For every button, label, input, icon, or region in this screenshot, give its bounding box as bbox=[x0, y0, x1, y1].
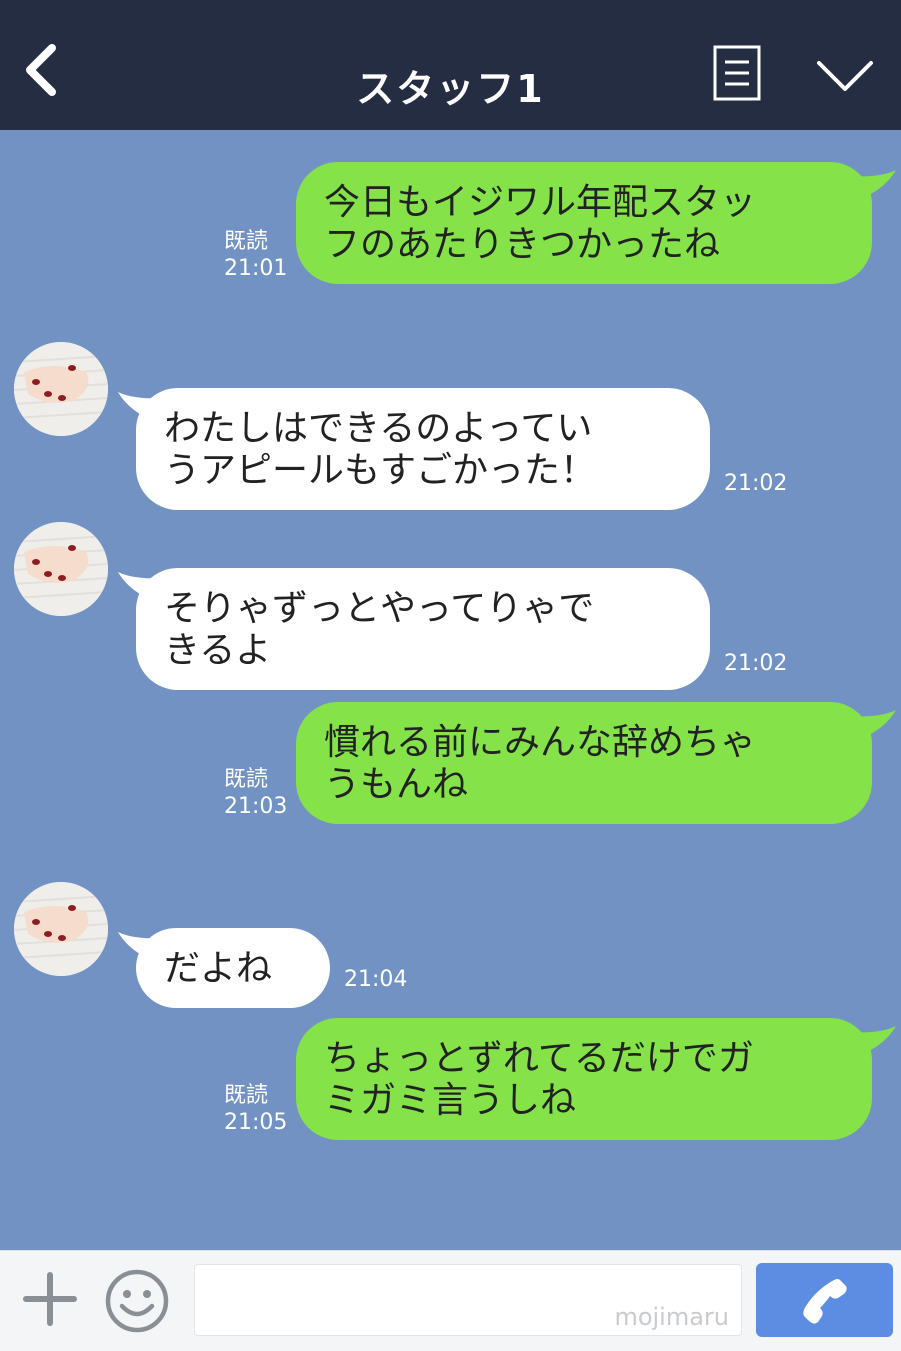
read-receipt: 既読 bbox=[224, 1083, 269, 1108]
message-sent: 既読 21:03 慣れる前にみんな辞めちゃ うもんね bbox=[0, 700, 901, 830]
message-input-bar: mojimaru bbox=[0, 1250, 901, 1351]
message-time: 21:02 bbox=[724, 651, 788, 676]
message-bubble[interactable]: だよね bbox=[136, 928, 330, 1008]
watermark-text: mojimaru bbox=[614, 1303, 729, 1331]
message-time: 21:05 bbox=[224, 1110, 288, 1135]
message-sent: 既読 21:01 今日もイジワル年配スタッ フのあたりきつかったね bbox=[0, 130, 901, 290]
avatar[interactable] bbox=[14, 882, 108, 976]
chevron-down-icon[interactable] bbox=[816, 58, 874, 94]
message-time: 21:02 bbox=[724, 471, 788, 496]
message-received: だよね 21:04 bbox=[0, 880, 901, 1010]
read-receipt: 既読 bbox=[224, 767, 269, 792]
message-meta: 既読 21:01 bbox=[224, 228, 287, 282]
message-bubble[interactable]: ちょっとずれてるだけでガ ミガミ言うしね bbox=[296, 1018, 872, 1140]
read-receipt: 既読 bbox=[224, 229, 269, 254]
message-time: 21:03 bbox=[224, 794, 288, 819]
message-meta: 既読 21:05 bbox=[224, 1082, 287, 1136]
hand-nail-photo-icon bbox=[14, 342, 108, 436]
message-bubble[interactable]: わたしはできるのよってい うアピールもすごかった！ bbox=[136, 388, 710, 510]
call-button[interactable] bbox=[756, 1263, 893, 1337]
message-time: 21:04 bbox=[344, 967, 408, 992]
message-received: わたしはできるのよってい うアピールもすごかった！ 21:02 bbox=[0, 340, 901, 510]
message-sent: 既読 21:05 ちょっとずれてるだけでガ ミガミ言うしね bbox=[0, 1016, 901, 1146]
message-time: 21:01 bbox=[224, 256, 288, 281]
message-received: そりゃずっとやってりゃで きるよ 21:02 bbox=[0, 520, 901, 690]
chat-title: スタッフ1 bbox=[356, 67, 545, 111]
message-bubble[interactable]: 今日もイジワル年配スタッ フのあたりきつかったね bbox=[296, 162, 872, 284]
phone-icon bbox=[803, 1279, 847, 1324]
chat-header: スタッフ1 bbox=[0, 0, 901, 130]
avatar[interactable] bbox=[14, 522, 108, 616]
hand-nail-photo-icon bbox=[14, 882, 108, 976]
hand-nail-photo-icon bbox=[14, 522, 108, 616]
message-input[interactable]: mojimaru bbox=[194, 1264, 742, 1336]
plus-icon[interactable] bbox=[22, 1271, 78, 1327]
note-menu-icon[interactable] bbox=[712, 44, 762, 102]
message-meta: 既読 21:03 bbox=[224, 766, 287, 820]
chat-timeline[interactable]: 既読 21:01 今日もイジワル年配スタッ フのあたりきつかったね わたしはでき… bbox=[0, 130, 901, 1250]
message-bubble[interactable]: 慣れる前にみんな辞めちゃ うもんね bbox=[296, 702, 872, 824]
emoji-smile-icon[interactable] bbox=[104, 1268, 170, 1334]
message-bubble[interactable]: そりゃずっとやってりゃで きるよ bbox=[136, 568, 710, 690]
avatar[interactable] bbox=[14, 342, 108, 436]
